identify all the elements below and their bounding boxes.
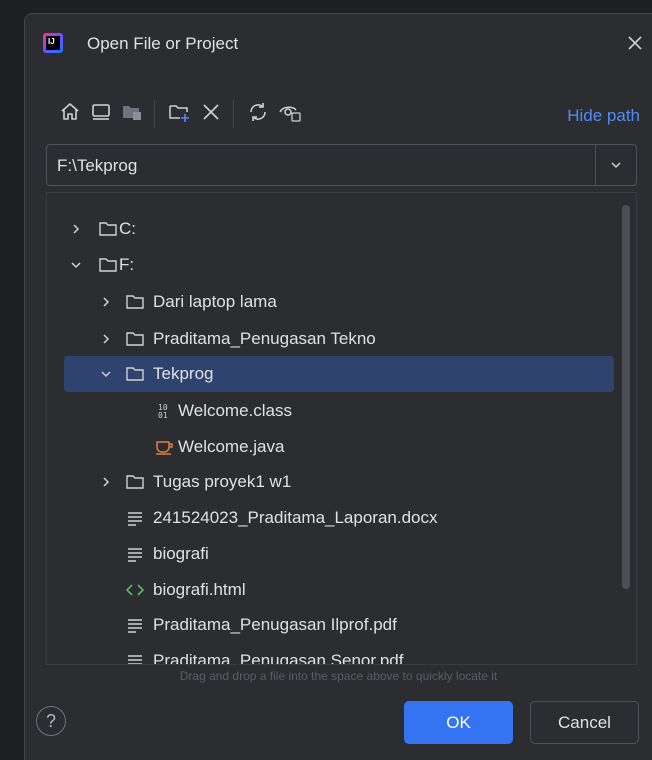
- cancel-button[interactable]: Cancel: [530, 701, 639, 744]
- tree-item-label: Tekprog: [153, 364, 214, 383]
- chevron-right-icon[interactable]: [99, 475, 113, 489]
- folder-icon: [126, 332, 144, 346]
- tree-item-label: F:: [119, 255, 135, 274]
- project-folder-icon[interactable]: [120, 100, 144, 124]
- tree-row-folder[interactable]: Tugas proyek1 w1: [47, 464, 614, 500]
- text-file-icon: [128, 619, 142, 633]
- close-icon[interactable]: [624, 32, 646, 54]
- tree-row-file[interactable]: 241524023_Praditama_Laporan.docx: [47, 500, 614, 536]
- toolbar-separator: [233, 100, 234, 128]
- tree-row-file[interactable]: Welcome.java: [47, 429, 614, 465]
- chevron-right-icon[interactable]: [69, 222, 83, 236]
- open-file-dialog: IJ Open File or Project Hide path F:\Tek…: [24, 13, 652, 760]
- delete-icon[interactable]: [199, 100, 223, 124]
- tree-item-label: Tugas proyek1 w1: [153, 472, 292, 491]
- help-button[interactable]: ?: [36, 706, 66, 736]
- tree-row-file[interactable]: Praditama_Penugasan Ilprof.pdf: [47, 607, 614, 643]
- tree-item-label: Dari laptop lama: [153, 292, 277, 311]
- tree-item-label: 241524023_Praditama_Laporan.docx: [153, 508, 438, 527]
- folder-icon: [126, 295, 144, 309]
- java-file-icon: [156, 441, 173, 455]
- tree-item-label: biografi: [153, 544, 209, 563]
- tree-row-folder[interactable]: Praditama_Penugasan Tekno: [47, 321, 614, 357]
- chevron-right-icon[interactable]: [99, 332, 113, 346]
- tree-item-label: Welcome.java: [178, 437, 285, 456]
- folder-icon: [126, 475, 144, 489]
- tree-row-tekprog-selected[interactable]: Tekprog: [64, 356, 614, 392]
- html-file-icon: [125, 584, 145, 596]
- chevron-down-icon[interactable]: [596, 145, 636, 185]
- vertical-scrollbar[interactable]: [622, 205, 630, 589]
- svg-text:01: 01: [158, 411, 168, 420]
- folder-icon: [126, 367, 144, 381]
- tree-row-folder[interactable]: Dari laptop lama: [47, 284, 614, 320]
- path-input[interactable]: [47, 145, 605, 187]
- folder-icon: [99, 222, 117, 236]
- class-file-icon: 10 01: [158, 403, 168, 420]
- hide-path-link[interactable]: Hide path: [567, 106, 640, 126]
- new-folder-icon[interactable]: [167, 100, 191, 124]
- chevron-down-icon[interactable]: [69, 258, 83, 272]
- tree-row-f-drive[interactable]: F:: [47, 247, 614, 283]
- file-tree[interactable]: C: F: Dari laptop lama Praditama_Penugas…: [46, 192, 637, 665]
- drag-drop-hint: Drag and drop a file into the space abov…: [179, 669, 498, 683]
- path-field[interactable]: [46, 144, 637, 187]
- tree-row-file[interactable]: 10 01 Welcome.class: [47, 393, 614, 429]
- toolbar-separator: [154, 100, 155, 128]
- tree-item-label: biografi.html: [153, 580, 246, 599]
- folder-icon: [99, 258, 117, 272]
- text-file-icon: [128, 548, 142, 562]
- intellij-logo-icon: IJ: [43, 33, 63, 53]
- dialog-title: Open File or Project: [87, 34, 239, 53]
- chevron-right-icon[interactable]: [99, 295, 113, 309]
- tree-item-label: Praditama_Penugasan Ilprof.pdf: [153, 615, 397, 634]
- tree-item-label: Praditama_Penugasan Tekno: [153, 329, 376, 348]
- show-hidden-icon[interactable]: [278, 100, 302, 124]
- chevron-down-icon[interactable]: [99, 367, 113, 381]
- tree-item-label: Welcome.class: [178, 401, 292, 420]
- toolbar: Hide path: [25, 92, 652, 136]
- tree-row-c-drive[interactable]: C:: [47, 211, 614, 247]
- tree-item-label: Praditama_Penugasan Senor.pdf: [153, 651, 404, 665]
- logo-text: IJ: [48, 37, 55, 46]
- ok-button[interactable]: OK: [404, 701, 513, 744]
- text-file-icon: [128, 655, 142, 664]
- home-icon[interactable]: [58, 100, 82, 124]
- refresh-icon[interactable]: [246, 100, 270, 124]
- tree-row-file[interactable]: Praditama_Penugasan Senor.pdf: [47, 643, 614, 665]
- tree-row-file[interactable]: biografi.html: [47, 572, 614, 608]
- title-bar: IJ Open File or Project: [25, 14, 652, 76]
- tree-row-file[interactable]: biografi: [47, 536, 614, 572]
- tree-item-label: C:: [119, 219, 136, 238]
- text-file-icon: [128, 512, 142, 526]
- desktop-icon[interactable]: [89, 100, 113, 124]
